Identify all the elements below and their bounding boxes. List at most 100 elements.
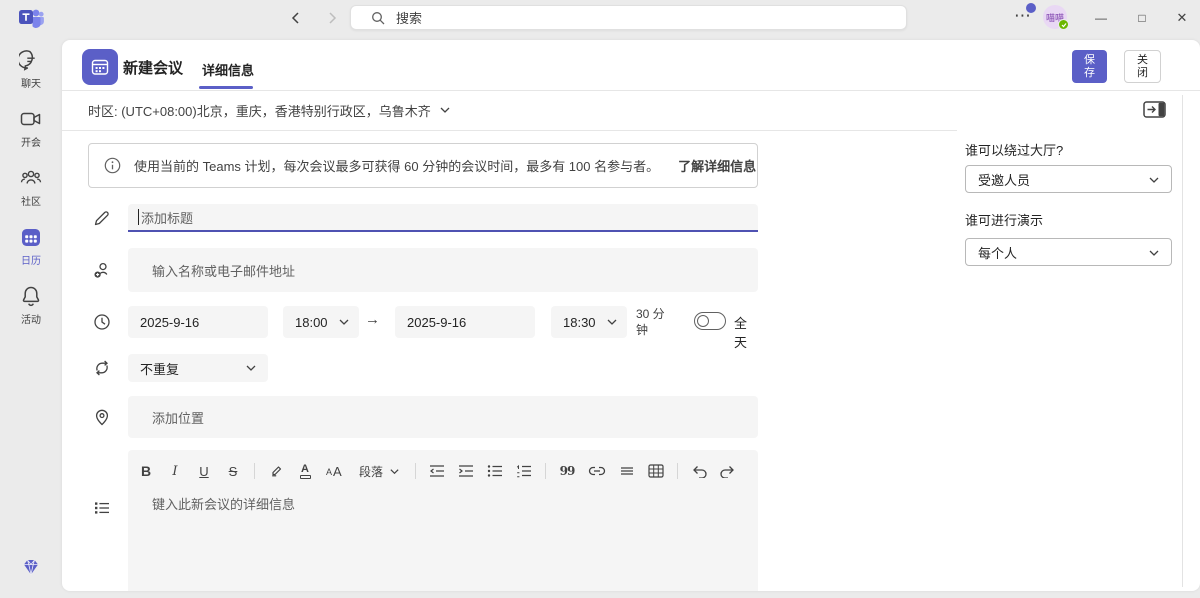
teams-logo-icon [18, 6, 44, 30]
meeting-form: 使用当前的 Teams 计划，每次会议最多可获得 60 分钟的会议时间，最多有 … [62, 40, 758, 591]
title-input[interactable]: 添加标题 [128, 204, 758, 232]
people-icon [19, 166, 43, 190]
svg-text:A: A [333, 464, 342, 479]
svg-text:A: A [326, 467, 332, 477]
description-editor[interactable]: B I U S A [128, 450, 758, 591]
numbered-list-button[interactable] [516, 462, 532, 480]
start-time-select[interactable]: 18:00 [283, 306, 359, 338]
nav-forward-button[interactable] [322, 8, 342, 28]
chevron-down-icon [1148, 247, 1160, 259]
outdent-button[interactable] [429, 462, 445, 480]
search-input[interactable]: 搜索 [350, 5, 907, 30]
strikethrough-button[interactable]: S [225, 462, 241, 480]
premium-diamond-icon[interactable] [21, 557, 41, 577]
insert-link-button[interactable] [588, 462, 606, 480]
bullet-list-icon [487, 464, 503, 478]
toggle-knob [697, 315, 709, 327]
link-icon [588, 465, 606, 477]
chevron-down-icon [606, 316, 618, 328]
undo-icon [691, 464, 707, 478]
presenter-label: 谁可进行演示 [965, 210, 1043, 229]
insert-table-button[interactable] [648, 462, 664, 480]
recurrence-value: 不重复 [140, 359, 179, 378]
text-caret [138, 209, 139, 225]
chevron-down-icon [389, 466, 400, 477]
collapse-panel-button[interactable] [1143, 101, 1167, 119]
paragraph-select[interactable]: 段落 [357, 463, 402, 480]
bell-icon [19, 284, 43, 308]
title-placeholder: 添加标题 [141, 208, 193, 227]
nav-back-button[interactable] [286, 8, 306, 28]
attendees-input[interactable]: 输入名称或电子邮件地址 [128, 248, 758, 292]
lobby-select[interactable]: 受邀人员 [965, 165, 1172, 193]
underline-button[interactable]: U [196, 462, 212, 480]
window-minimize-button[interactable]: — [1086, 6, 1116, 30]
location-pin-icon [93, 408, 111, 426]
all-day-label: 全天 [734, 313, 758, 351]
location-input[interactable]: 添加位置 [128, 396, 758, 438]
end-date-input[interactable]: 2025-9-16 [395, 306, 535, 338]
presenter-value: 每个人 [978, 243, 1017, 262]
end-date-value: 2025-9-16 [407, 315, 466, 330]
close-button[interactable]: 关闭 [1124, 50, 1161, 83]
font-color-button[interactable]: A [297, 462, 313, 480]
italic-button[interactable]: I [167, 462, 183, 480]
font-color-letter: A [301, 464, 309, 474]
calendar-icon [19, 225, 43, 249]
save-button[interactable]: 保存 [1072, 50, 1107, 83]
repeat-icon [93, 359, 111, 377]
bullet-list-button[interactable] [487, 462, 503, 480]
sidebar-item-communities[interactable]: 社区 [0, 166, 62, 222]
end-time-select[interactable]: 18:30 [551, 306, 627, 338]
teams-window: 搜索 ⋯ 喵喵 — □ ✕ 聊天 开会 [0, 0, 1200, 598]
bold-button[interactable]: B [138, 462, 154, 480]
new-meeting-panel: 新建会议 详细信息 保存 关闭 时区: (UTC+08:00)北京，重庆，香港特… [62, 40, 1200, 591]
sidebar-item-calendar[interactable]: 日历 [0, 225, 62, 281]
attendees-placeholder: 输入名称或电子邮件地址 [152, 261, 295, 280]
editor-toolbar: B I U S A [128, 450, 758, 484]
search-placeholder: 搜索 [396, 8, 422, 27]
start-date-input[interactable]: 2025-9-16 [128, 306, 268, 338]
presenter-select[interactable]: 每个人 [965, 238, 1172, 266]
start-date-value: 2025-9-16 [140, 315, 199, 330]
sidebar-item-chat[interactable]: 聊天 [0, 48, 62, 104]
chevron-down-icon [1148, 174, 1160, 186]
datetime-row: 2025-9-16 18:00 → 2025-9-16 18:30 30 分钟 … [128, 306, 758, 338]
info-icon [104, 157, 121, 174]
horizontal-lines-icon [620, 465, 634, 477]
toolbar-divider [254, 463, 255, 479]
font-size-button[interactable]: A A [326, 462, 344, 480]
lobby-label: 谁可以绕过大厅? [965, 140, 1063, 159]
window-close-button[interactable]: ✕ [1167, 6, 1197, 30]
highlighter-button[interactable] [268, 462, 284, 480]
scrollbar-track[interactable] [1182, 95, 1183, 587]
notification-dot [1026, 3, 1036, 13]
redo-button[interactable] [720, 462, 736, 480]
redo-icon [720, 464, 736, 478]
undo-button[interactable] [691, 462, 707, 480]
chevron-left-icon [289, 11, 303, 25]
quote-button[interactable]: 99 [559, 462, 575, 480]
start-time-value: 18:00 [295, 315, 328, 330]
highlighter-icon [268, 463, 284, 479]
sidebar-item-activity[interactable]: 活动 [0, 284, 62, 340]
duration-label: 30 分钟 [636, 306, 674, 338]
learn-more-link[interactable]: 了解详细信息 [678, 156, 756, 175]
indent-button[interactable] [458, 462, 474, 480]
all-day-toggle[interactable] [694, 312, 726, 330]
banner-text: 使用当前的 Teams 计划，每次会议最多可获得 60 分钟的会议时间，最多有 … [134, 156, 659, 175]
sidebar-item-label: 聊天 [21, 75, 41, 90]
chevron-right-icon [325, 11, 339, 25]
font-size-icon: A A [326, 463, 344, 479]
titlebar: 搜索 ⋯ 喵喵 — □ ✕ [0, 0, 1200, 36]
sidebar-item-meet[interactable]: 开会 [0, 107, 62, 163]
plan-info-banner: 使用当前的 Teams 计划，每次会议最多可获得 60 分钟的会议时间，最多有 … [88, 143, 758, 188]
insert-divider-button[interactable] [619, 462, 635, 480]
toolbar-divider [415, 463, 416, 479]
presence-available-icon [1058, 19, 1069, 30]
indent-icon [458, 464, 474, 478]
add-person-icon [93, 261, 111, 279]
recurrence-select[interactable]: 不重复 [128, 354, 268, 382]
window-maximize-button[interactable]: □ [1127, 6, 1157, 30]
sidebar-item-label: 社区 [21, 193, 41, 208]
